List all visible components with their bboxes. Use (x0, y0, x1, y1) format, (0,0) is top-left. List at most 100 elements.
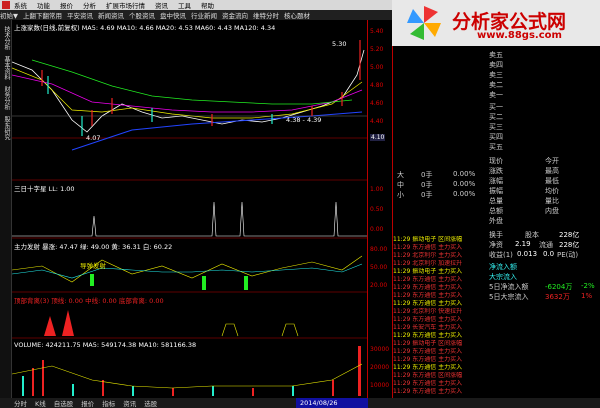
news-item[interactable]: 11:29 振动电子 区间涨幅 (393, 236, 487, 244)
news-item[interactable]: 11:29 东方通信 主力买入 (393, 356, 487, 364)
sub1-tick: 1.00 (370, 186, 384, 193)
tab-6[interactable]: 行业新闻 (191, 10, 217, 20)
sidebar-item-holder[interactable]: 股东研究 (2, 116, 11, 140)
pinwheel-logo-icon (407, 6, 441, 40)
news-item[interactable]: 11:29 振动电子 主力买入 (393, 268, 487, 276)
flow-mid-pct: 0.00% (453, 180, 476, 188)
capital-label: 股本 (525, 231, 539, 239)
tab-1[interactable]: 上翻下翻常用 (23, 10, 62, 20)
menu-function[interactable]: 功能 (37, 0, 50, 10)
capital-value: 228亿 (559, 231, 580, 239)
price-tick: 5.40 (370, 28, 384, 35)
news-item[interactable]: 11:29 长安汽车 主力买入 (393, 324, 487, 332)
tab-8[interactable]: 维特分时 (253, 10, 279, 20)
price-tick: 5.20 (370, 46, 384, 53)
five-day-netflow-label: 5日净流入额 (489, 283, 529, 291)
sub2-title: 主力发射 暴涨: 47.47 绿: 49.00 黄: 36.31 白: 60.2… (14, 243, 173, 251)
eps-value: 0.013 (517, 250, 538, 258)
low-marker: 4.07 (86, 134, 101, 142)
news-item[interactable]: 11:29 东方通信 主力买入 (393, 292, 487, 300)
menu-tools[interactable]: 工具 (178, 0, 191, 10)
menu-quote[interactable]: 报价 (60, 0, 73, 10)
logo-url: www.88gs.com (477, 30, 562, 41)
eps-label: 收益(1) (489, 251, 513, 259)
menu-ext-market[interactable]: 扩展市场行情 (106, 0, 145, 10)
ask-1-label: 卖一 (489, 91, 503, 99)
ma60-line (31, 59, 353, 105)
quote-label-change: 涨跌 (489, 167, 503, 175)
menu-help[interactable]: 帮助 (201, 0, 214, 10)
left-sidebar: 技术分析 基本资料 财务分析 股东研究 (0, 20, 12, 398)
net-asset-value: 2.19 (515, 240, 531, 248)
news-item[interactable]: 11:29 东方通信 主力买入 (393, 284, 487, 292)
sidebar-item-finance[interactable]: 财务分析 (2, 86, 11, 110)
status-tab-6[interactable]: 选股 (144, 398, 157, 408)
pe-label: PE(动) (557, 251, 579, 259)
news-item[interactable]: 11:29 东方通信 主力买入 (393, 300, 487, 308)
news-item[interactable]: 11:29 东方通信 主力买入 (393, 244, 487, 252)
quote-panel: 卖五 卖四 卖三 卖二 卖一 买一 买二 买三 买四 买五 现价 涨跌 涨幅 振… (392, 46, 600, 398)
price-tick: 4.80 (370, 82, 384, 89)
sub2-tick: 50.00 (370, 264, 388, 271)
news-item[interactable]: 11:29 东方通信 主力买入 (393, 332, 487, 340)
quote-label-pct: 涨幅 (489, 177, 503, 185)
news-item[interactable]: 11:29 北京利尔 快速拉升 (393, 308, 487, 316)
app-icon (2, 1, 10, 9)
flow-large-label: 大 (397, 171, 404, 179)
quote-label-vol: 总量 (489, 197, 503, 205)
tab-0[interactable]: 初始▼ (0, 10, 18, 20)
tab-3[interactable]: 新闻资讯 (98, 10, 124, 20)
mid-marker: 4.38 - 4.39 (286, 116, 322, 124)
ask-5-label: 卖五 (489, 51, 503, 59)
news-item[interactable]: 11:29 东方通信 主力买入 (393, 316, 487, 324)
date-indicator: 2014/08/26 (296, 398, 368, 408)
tab-9[interactable]: 核心题材 (284, 10, 310, 20)
sub2-tick: 20.00 (370, 282, 388, 289)
five-day-netflow-value: -6204万 (545, 283, 573, 291)
turnover-label: 换手 (489, 231, 503, 239)
launch-indicator (11, 255, 363, 290)
status-tab-2[interactable]: 自选股 (54, 398, 74, 408)
bid-1-label: 买一 (489, 103, 503, 111)
flow-mid-val: 0手 (421, 181, 433, 189)
three-day-star-spikes (12, 201, 367, 237)
sub3-title: 顶部背离(3) 顶线: 0.00 中线: 0.00 底部背离: 0.00 (14, 297, 164, 305)
menu-analysis[interactable]: 分析 (83, 0, 96, 10)
news-item[interactable]: 11:29 东方通信 主力买入 (393, 364, 487, 372)
status-tab-1[interactable]: K线 (35, 398, 46, 408)
ask-2-label: 卖二 (489, 81, 503, 89)
ask-4-label: 卖四 (489, 61, 503, 69)
news-item[interactable]: 11:29 东方通信 主力买入 (393, 348, 487, 356)
sidebar-item-tech[interactable]: 技术分析 (2, 26, 11, 50)
quote-label-outer: 外盘 (489, 217, 503, 225)
sidebar-item-basic[interactable]: 基本资料 (2, 56, 11, 80)
status-tab-5[interactable]: 资讯 (123, 398, 136, 408)
flow-large-pct: 0.00% (453, 170, 476, 178)
news-item[interactable]: 11:29 东方通信 主力买入 (393, 276, 487, 284)
five-day-block-value: 3632万 (545, 293, 570, 301)
tab-4[interactable]: 个股资讯 (129, 10, 155, 20)
price-axis: 5.40 5.20 5.00 4.80 4.60 4.40 4.10 1.00 … (367, 20, 392, 398)
news-item[interactable]: 11:29 北京利尔 主力买入 (393, 252, 487, 260)
volume-title: VOLUME: 424211.75 MA5: 549174.38 MA10: 5… (14, 341, 197, 349)
news-item[interactable]: 11:29 东方通信 主力买入 (393, 388, 487, 396)
status-tab-0[interactable]: 分时 (14, 398, 27, 408)
bid-3-label: 买三 (489, 123, 503, 131)
site-logo: 分析家公式网 www.88gs.com (392, 0, 600, 46)
float-value: 228亿 (559, 241, 580, 249)
menu-system[interactable]: 系统 (14, 0, 27, 10)
tab-5[interactable]: 盘中快讯 (160, 10, 186, 20)
news-item[interactable]: 11:29 东方通信 区间涨幅 (393, 372, 487, 380)
volume-bars (11, 346, 363, 396)
ma20-line (11, 74, 363, 113)
status-tab-3[interactable]: 报价 (81, 398, 94, 408)
menu-info[interactable]: 资讯 (155, 0, 168, 10)
news-item[interactable]: 11:29 振动电子 区间涨幅 (393, 340, 487, 348)
tab-7[interactable]: 资金流向 (222, 10, 248, 20)
tab-2[interactable]: 平安资讯 (67, 10, 93, 20)
news-item[interactable]: 11:29 东方通信 主力买入 (393, 380, 487, 388)
chart-area[interactable]: 上涨家数(日线,前复权) MA5: 4.69 MA10: 4.66 MA20: … (11, 20, 367, 398)
quick-tab-bar: 初始▼ 上翻下翻常用 平安资讯 新闻资讯 个股资讯 盘中快讯 行业新闻 资金流向… (0, 10, 392, 20)
status-tab-4[interactable]: 指标 (102, 398, 115, 408)
news-item[interactable]: 11:29 北京利尔 加速拉升 (393, 260, 487, 268)
